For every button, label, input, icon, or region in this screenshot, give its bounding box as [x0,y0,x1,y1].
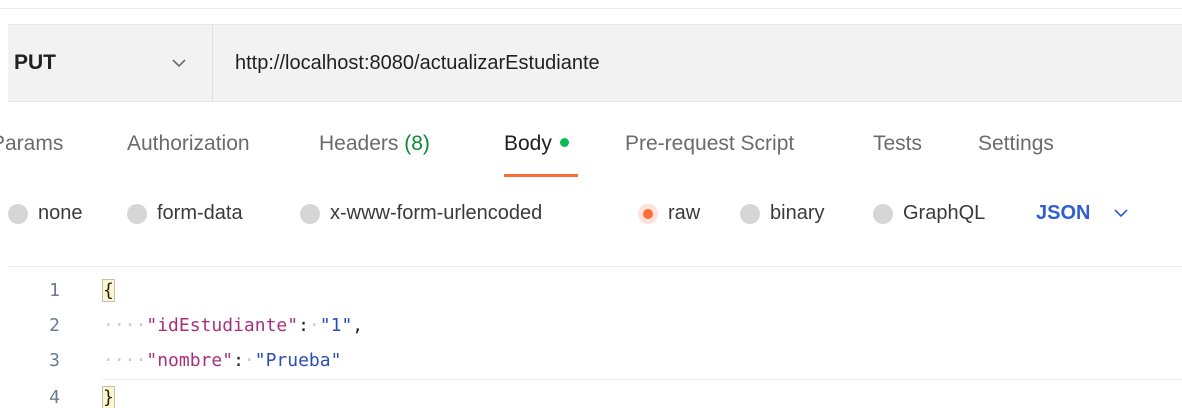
raw-language-label: JSON [1036,202,1091,224]
radio-label: x-www-form-urlencoded [330,202,543,224]
radio-label: GraphQL [903,202,986,224]
tab-body[interactable]: Body [504,132,569,156]
json-value: "1" [319,315,353,336]
json-comma: , [352,315,364,336]
tab-headers[interactable]: Headers (8) [319,132,430,156]
headers-count-badge: (8) [404,132,430,155]
chevron-down-icon [172,56,186,70]
request-tabs: Params Authorization Headers (8) Body Pr… [0,118,1182,180]
editor-line: 2 ····"idEstudiante":·"1", [0,307,1182,340]
close-brace: } [102,386,115,408]
radio-circle [127,203,147,224]
section-divider [8,266,1182,267]
radio-form-data[interactable]: form-data [127,202,243,225]
url-input[interactable]: http://localhost:8080/actualizarEstudian… [213,25,1182,101]
radio-circle [8,203,28,224]
tab-headers-label: Headers [319,132,399,155]
radio-label: binary [770,202,825,224]
body-indicator-dot [559,137,569,147]
editor-line: 4 } [0,379,1182,408]
line-number: 4 [49,387,60,408]
radio-binary[interactable]: binary [740,202,824,225]
request-bar: PUT http://localhost:8080/actualizarEstu… [8,24,1182,102]
radio-raw[interactable]: raw [638,202,700,225]
raw-language-select[interactable]: JSON [1036,202,1129,225]
tab-pre-request-script[interactable]: Pre-request Script [625,132,794,156]
radio-circle [740,203,760,224]
json-value: "Prueba" [254,350,342,371]
line-number: 2 [49,315,60,336]
radio-label: raw [668,202,701,224]
radio-graphql[interactable]: GraphQL [873,202,985,225]
json-key: "idEstudiante" [146,315,299,336]
indent-whitespace: ···· [103,315,147,336]
line-code: } [102,386,115,408]
editor-line-divider [103,379,1182,380]
radio-none[interactable]: none [8,202,83,225]
editor-line: 1 { [0,272,1182,305]
request-editor: PUT http://localhost:8080/actualizarEstu… [0,0,1182,408]
radio-label: form-data [157,202,243,224]
radio-label: none [38,202,83,224]
radio-circle-selected [638,203,658,224]
tab-params[interactable]: Params [0,132,63,156]
line-code: ····"idEstudiante":·"1", [103,315,364,336]
radio-circle [300,203,320,224]
open-brace: { [102,279,115,302]
tab-authorization[interactable]: Authorization [127,132,250,156]
tab-settings[interactable]: Settings [978,132,1054,156]
radio-circle [873,203,893,224]
indent-whitespace: ···· [103,350,147,371]
top-divider [0,8,1182,9]
radio-x-www-form-urlencoded[interactable]: x-www-form-urlencoded [300,202,542,225]
editor-line: 3 ····"nombre":·"Prueba" [0,342,1182,375]
json-key: "nombre" [146,350,234,371]
method-label: PUT [14,51,56,74]
code-editor[interactable]: 1 { 2 ····"idEstudiante":·"1", 3 ····"no… [0,272,1182,408]
line-number: 3 [49,350,60,371]
method-select[interactable]: PUT [8,25,213,101]
json-colon: : [233,350,244,371]
body-type-selector: none form-data x-www-form-urlencoded raw… [0,196,1182,236]
tab-body-label: Body [504,132,552,155]
active-tab-underline [504,174,578,177]
line-code: { [102,279,115,302]
line-number: 1 [49,280,60,301]
tab-tests[interactable]: Tests [873,132,922,156]
line-code: ····"nombre":·"Prueba" [103,350,342,371]
json-colon: : [298,315,309,336]
chevron-down-icon [1114,205,1129,223]
